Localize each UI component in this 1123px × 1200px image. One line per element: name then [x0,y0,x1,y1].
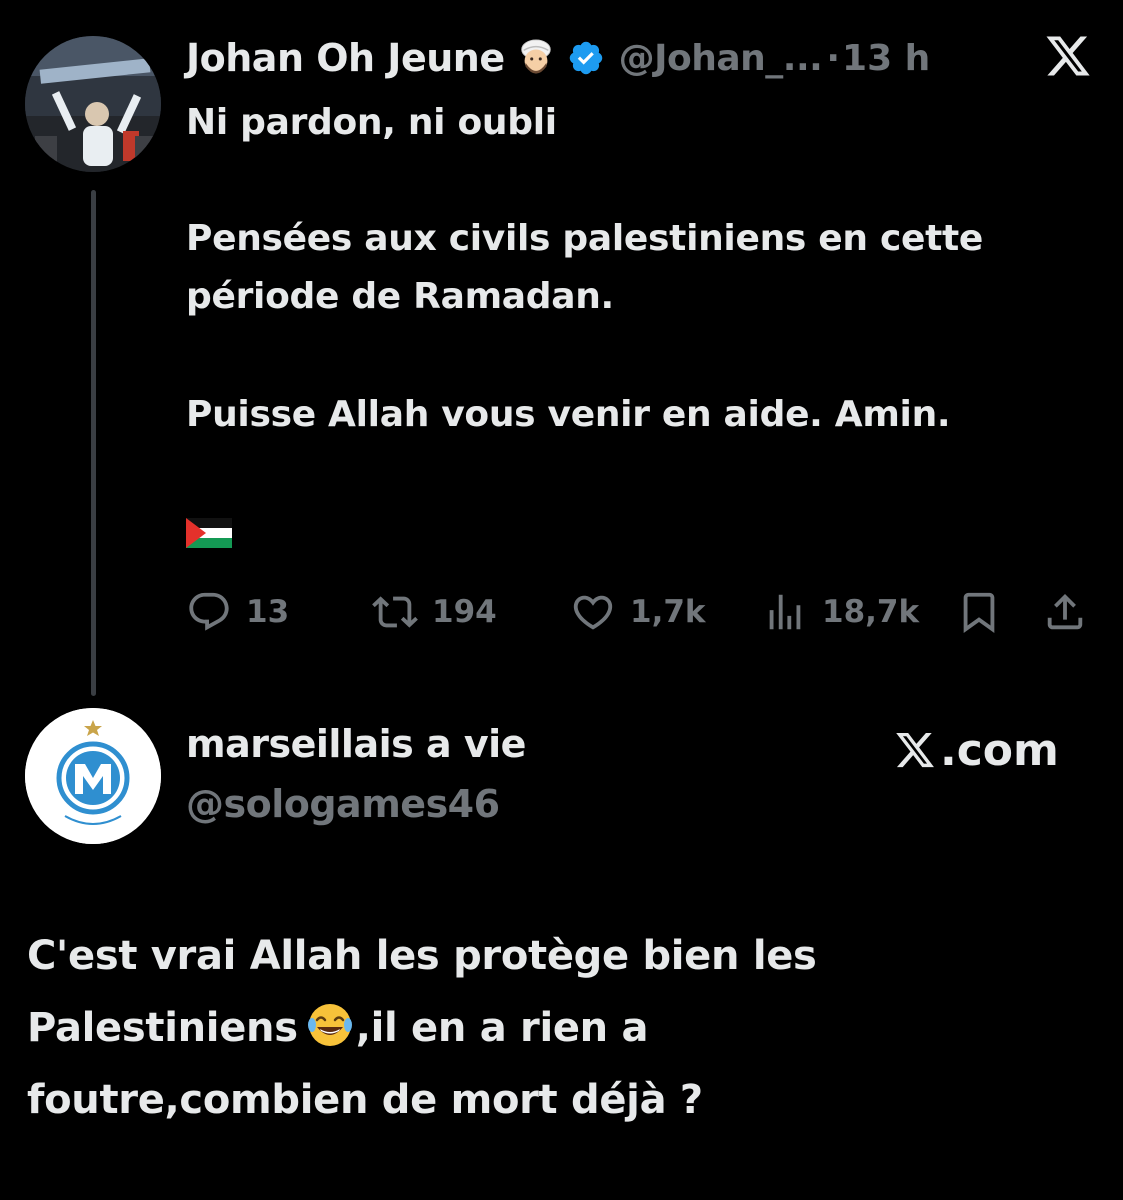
x-com-watermark: .com [892,722,1059,778]
tweet-action-bar: 13 194 1,7k 18,7k [186,584,1096,640]
tweet-text-line: foutre,combien de mort déjà ? [27,1077,703,1123]
thread-connector-line [91,190,96,696]
repost-icon [372,596,418,628]
tweet-text-segment: ,il en a rien a [355,1005,649,1051]
tweet-text-paragraph: Puisse Allah vous venir en aide. Amin. [186,394,951,435]
face-with-tears-of-joy-icon [307,1004,352,1046]
bookmark-button[interactable] [956,584,1002,640]
like-count: 1,7k [630,594,706,630]
heart-icon [573,595,613,630]
x-logo-icon[interactable] [1042,32,1094,80]
author-handle[interactable]: @Johan_... [619,38,823,79]
palestine-flag-icon [186,518,232,548]
tweet-timestamp[interactable]: 13 h [842,38,930,79]
avatar-om-logo[interactable] [25,708,161,844]
tweet-text-line: C'est vrai Allah les protège bien les [27,933,817,979]
share-button[interactable] [1042,584,1088,640]
tweet2-body: C'est vrai Allah les protège bien les Pa… [27,920,1097,1136]
tweet-text-paragraph: Pensées aux civils palestiniens en cette… [186,218,984,317]
x-com-label: .com [940,724,1059,776]
author-handle[interactable]: @sologames46 [186,782,500,826]
bookmark-icon [963,592,995,633]
views-chart-icon [769,594,801,630]
reply-count: 13 [246,594,290,630]
man-with-turban-icon [520,39,551,74]
author-name[interactable]: marseillais a vie [186,722,526,766]
avatar-johan[interactable] [25,36,161,172]
like-button[interactable]: 1,7k [570,584,706,640]
repost-count: 194 [432,594,497,630]
tweet-text-segment: Palestiniens [27,1005,298,1051]
view-count: 18,7k [822,594,920,630]
reply-icon [189,592,229,631]
meta-separator: · [826,37,841,79]
reply-button[interactable]: 13 [186,584,289,640]
tweet1-header: Johan Oh Jeune @Johan_... · 13 h [186,30,930,86]
verified-badge-icon [569,41,602,75]
tweet-text-line: Palestiniens ,il en a rien a [27,992,1097,1064]
tweet-text-line: Ni pardon, ni oubli [186,102,557,143]
share-icon [1047,593,1083,630]
x-logo-icon [896,732,934,768]
author-name[interactable]: Johan Oh Jeune [186,36,505,80]
views-button[interactable]: 18,7k [762,584,919,640]
repost-button[interactable]: 194 [372,584,497,640]
